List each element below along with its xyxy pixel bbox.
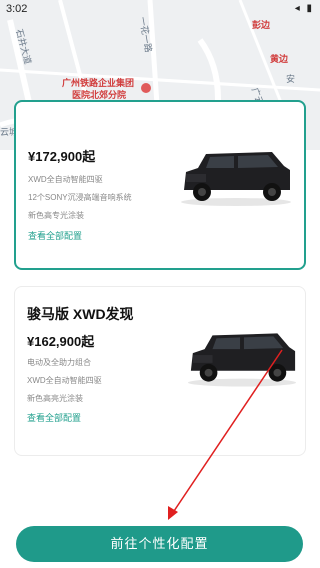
map-poi-label: 彭边: [252, 20, 271, 30]
trim-feature: 12个SONY沉浸高端音响系统: [28, 193, 132, 202]
trim-feature: 新色高专光涂装: [28, 211, 84, 220]
status-bar: 3:02 ◂ ▮: [0, 0, 320, 18]
car-image: [187, 333, 297, 387]
trim-feature: 电动及全助力组合: [27, 358, 91, 367]
trim-card-selected[interactable]: ¥172,900起 XWD全自动智能四驱 12个SONY沉浸高端音响系统 新色高…: [14, 100, 306, 270]
trim-feature: XWD全自动智能四驱: [27, 376, 102, 385]
car-image: [181, 152, 291, 206]
status-icons: ◂ ▮: [294, 3, 314, 14]
map-poi-label: 黄边: [270, 54, 289, 64]
trim-title: 骏马版 XWD发现: [27, 306, 134, 322]
view-all-config-link[interactable]: 查看全部配置: [27, 411, 81, 424]
trim-price: ¥162,900起: [27, 334, 95, 349]
trim-feature: XWD全自动智能四驱: [28, 175, 103, 184]
trim-card[interactable]: 骏马版 XWD发现 ¥162,900起 电动及全助力组合 XWD全自动智能四驱 …: [14, 286, 306, 456]
trim-feature: 新色高亮光涂装: [27, 394, 83, 403]
personalize-config-button[interactable]: 前往个性化配置: [16, 526, 303, 562]
trim-price: ¥172,900起: [28, 149, 96, 164]
view-all-config-link[interactable]: 查看全部配置: [28, 229, 82, 242]
map-road-label: 安: [286, 74, 296, 84]
status-time: 3:02: [6, 3, 28, 15]
